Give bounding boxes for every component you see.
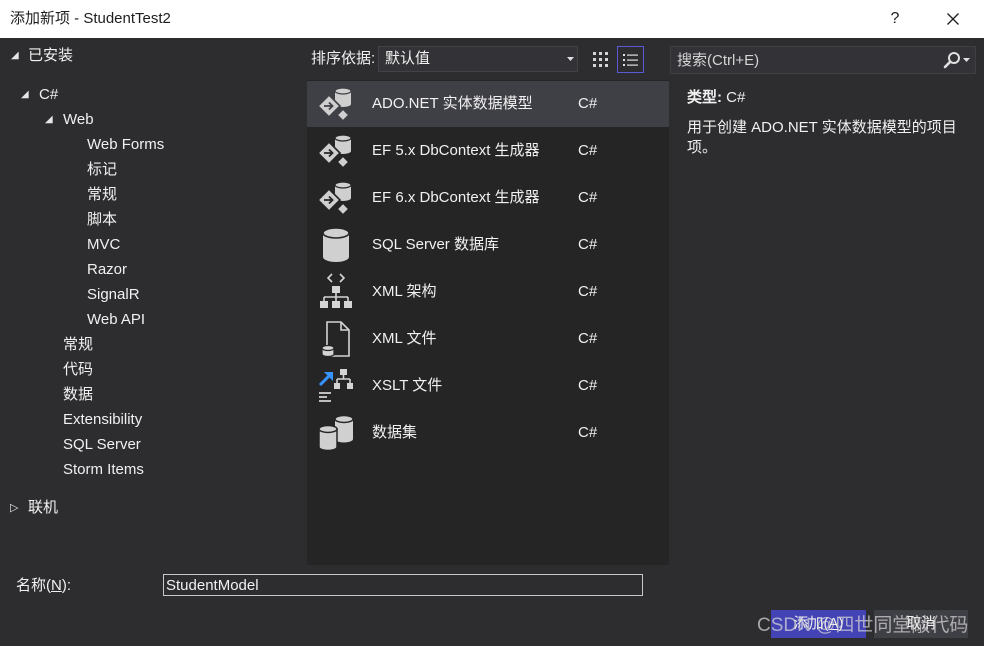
tree-node-mvc[interactable]: MVC bbox=[87, 235, 120, 255]
template-language: C# bbox=[578, 142, 598, 159]
template-item-xslt-file[interactable]: XSLT 文件 C# bbox=[307, 363, 669, 409]
name-label-suffix: ): bbox=[61, 577, 72, 594]
template-item-dataset[interactable]: 数据集 C# bbox=[307, 410, 669, 456]
template-item-ef5-dbcontext[interactable]: EF 5.x DbContext 生成器 C# bbox=[307, 128, 669, 174]
sort-dropdown[interactable]: 默认值 bbox=[378, 46, 578, 72]
template-name: XML 文件 bbox=[372, 330, 437, 347]
tree-node-storm-items[interactable]: Storm Items bbox=[63, 460, 144, 480]
template-name: XML 架构 bbox=[372, 283, 437, 300]
sql-database-icon bbox=[316, 225, 356, 265]
search-box[interactable] bbox=[670, 46, 976, 74]
tree-node-label: Web bbox=[63, 111, 94, 128]
add-button[interactable]: 添加(A) bbox=[771, 610, 866, 638]
xslt-file-icon bbox=[316, 366, 356, 406]
name-label-text: 名称( bbox=[16, 577, 51, 594]
list-view-button[interactable] bbox=[617, 46, 644, 73]
tree-node-signalr[interactable]: SignalR bbox=[87, 285, 140, 305]
name-field[interactable] bbox=[163, 574, 643, 596]
template-item-xml-file[interactable]: XML 文件 C# bbox=[307, 316, 669, 362]
name-label: 名称(N): bbox=[16, 576, 71, 596]
tree-node-label: 联机 bbox=[28, 499, 59, 516]
add-button-mnemonic: A bbox=[828, 615, 839, 632]
search-icon[interactable] bbox=[943, 51, 961, 69]
type-label: 类型: bbox=[687, 89, 722, 106]
tree-node-installed[interactable]: ◢ 已安装 bbox=[11, 46, 73, 66]
cancel-button[interactable]: 取消 bbox=[874, 610, 968, 638]
template-item-ef6-dbcontext[interactable]: EF 6.x DbContext 生成器 C# bbox=[307, 175, 669, 221]
entity-model-icon bbox=[316, 84, 356, 124]
tree-node-razor[interactable]: Razor bbox=[87, 260, 127, 280]
grid-view-button[interactable] bbox=[588, 46, 612, 72]
template-name: SQL Server 数据库 bbox=[372, 236, 499, 253]
template-language: C# bbox=[578, 377, 598, 394]
sort-value: 默认值 bbox=[385, 50, 431, 67]
tree-node-web[interactable]: ◢ Web bbox=[45, 110, 94, 130]
template-type: 类型: C# bbox=[687, 88, 745, 108]
tree-node-web-api[interactable]: Web API bbox=[87, 310, 145, 330]
template-item-sql-server-database[interactable]: SQL Server 数据库 C# bbox=[307, 222, 669, 268]
tree-node-online[interactable]: ▷ 联机 bbox=[10, 498, 58, 518]
sort-label: 排序依据: bbox=[311, 50, 376, 67]
template-name: EF 5.x DbContext 生成器 bbox=[372, 142, 540, 159]
name-label-mnemonic: N bbox=[51, 577, 62, 594]
search-input[interactable] bbox=[675, 48, 935, 72]
template-language: C# bbox=[578, 189, 598, 206]
expanded-arrow-icon[interactable]: ◢ bbox=[21, 85, 39, 105]
add-button-label: 添加( bbox=[793, 615, 829, 632]
tree-node-markup[interactable]: 标记 bbox=[87, 160, 117, 180]
category-tree: ◢ 已安装 ◢ C# ◢ Web Web Forms 标记 常规 脚本 MVC Raz… bbox=[0, 38, 300, 566]
xml-file-icon bbox=[316, 319, 356, 359]
template-name: EF 6.x DbContext 生成器 bbox=[372, 189, 540, 206]
list-view-icon bbox=[623, 54, 638, 66]
add-button-suffix: ) bbox=[838, 615, 844, 632]
dbcontext-generator-icon bbox=[316, 131, 356, 171]
tree-node-data[interactable]: 数据 bbox=[63, 385, 93, 405]
expanded-arrow-icon[interactable]: ◢ bbox=[11, 46, 28, 66]
template-item-xml-schema[interactable]: XML 架构 C# bbox=[307, 269, 669, 315]
close-button[interactable] bbox=[930, 0, 976, 38]
tree-node-general[interactable]: 常规 bbox=[63, 335, 93, 355]
window-title: 添加新项 - StudentTest2 bbox=[10, 10, 171, 27]
tree-node-sql-server[interactable]: SQL Server bbox=[63, 435, 141, 455]
title-bar: 添加新项 - StudentTest2 ? bbox=[0, 0, 984, 38]
template-language: C# bbox=[578, 236, 598, 253]
template-language: C# bbox=[578, 283, 598, 300]
template-name: ADO.NET 实体数据模型 bbox=[372, 95, 533, 112]
tree-node-csharp[interactable]: ◢ C# bbox=[21, 85, 58, 105]
dataset-icon bbox=[316, 413, 356, 453]
tree-node-extensibility[interactable]: Extensibility bbox=[63, 410, 142, 430]
help-button[interactable]: ? bbox=[872, 0, 918, 38]
tree-node-web-general[interactable]: 常规 bbox=[87, 185, 117, 205]
template-language: C# bbox=[578, 330, 598, 347]
expanded-arrow-icon[interactable]: ◢ bbox=[45, 110, 63, 130]
dbcontext-generator-icon bbox=[316, 178, 356, 218]
type-value: C# bbox=[726, 89, 746, 106]
close-icon bbox=[947, 13, 959, 25]
tree-node-label: C# bbox=[39, 86, 59, 103]
template-list: ADO.NET 实体数据模型 C# EF 5.x DbContext 生成器 C… bbox=[307, 80, 669, 565]
chevron-down-icon bbox=[567, 57, 574, 61]
collapsed-arrow-icon[interactable]: ▷ bbox=[10, 498, 28, 518]
tree-node-web-forms[interactable]: Web Forms bbox=[87, 135, 164, 155]
template-item-ado-net-entity-model[interactable]: ADO.NET 实体数据模型 C# bbox=[307, 81, 669, 127]
template-language: C# bbox=[578, 95, 598, 112]
template-name: 数据集 bbox=[372, 424, 418, 441]
template-description: 用于创建 ADO.NET 实体数据模型的项目项。 bbox=[687, 119, 957, 156]
search-options-chevron-icon[interactable] bbox=[963, 58, 970, 62]
template-language: C# bbox=[578, 424, 598, 441]
tree-node-label: 已安装 bbox=[28, 47, 74, 64]
template-name: XSLT 文件 bbox=[372, 377, 443, 394]
xml-schema-icon bbox=[316, 272, 356, 312]
tree-node-scripts[interactable]: 脚本 bbox=[87, 210, 117, 230]
tree-node-code[interactable]: 代码 bbox=[63, 360, 93, 380]
grid-view-icon bbox=[593, 52, 608, 67]
